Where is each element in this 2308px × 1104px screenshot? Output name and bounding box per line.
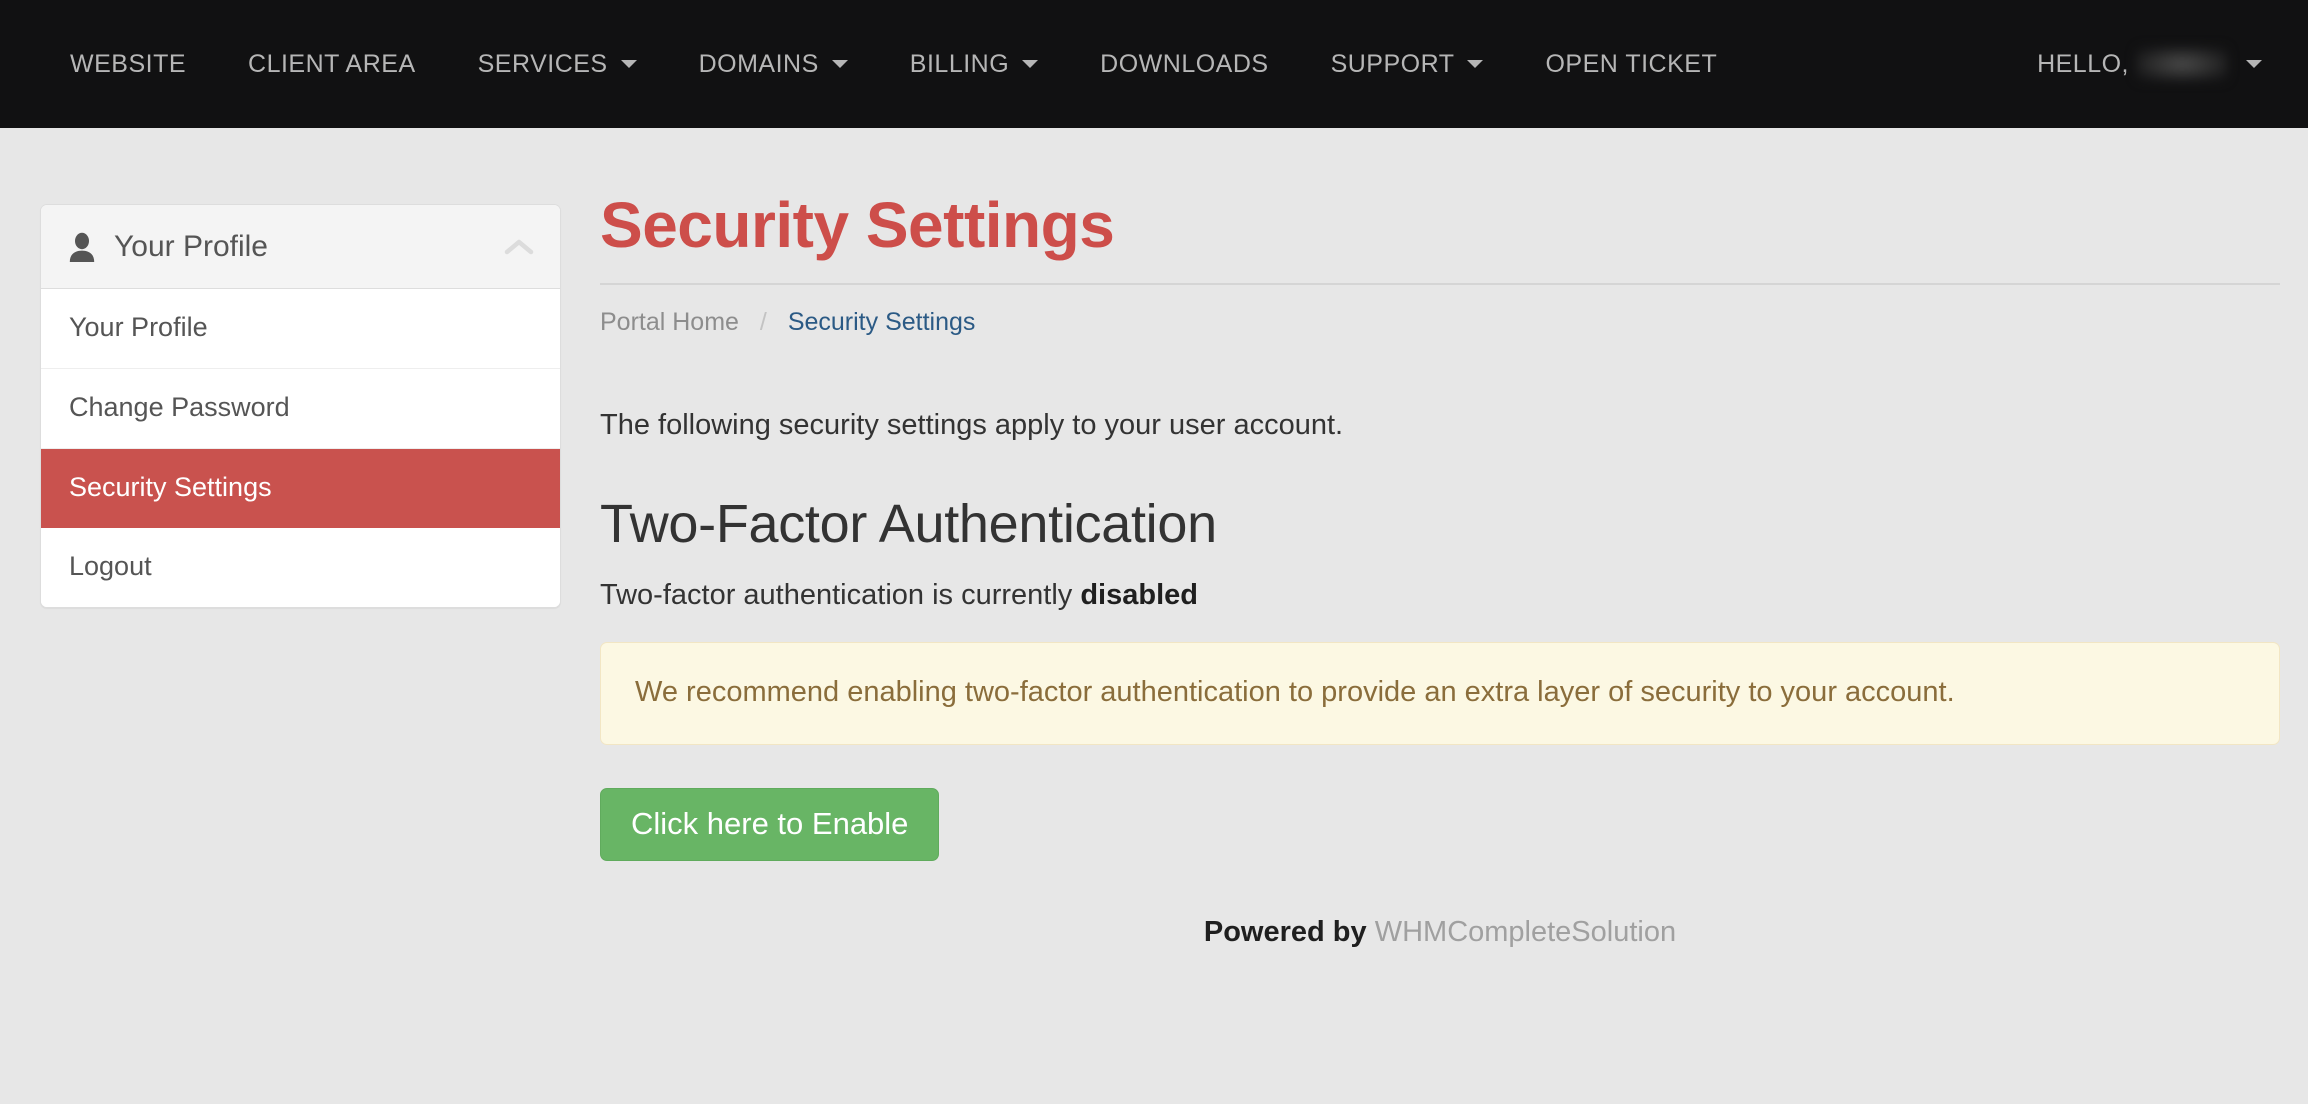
sidebar-item-label: Logout [69, 551, 152, 582]
nav-item-label: SUPPORT [1330, 49, 1455, 78]
footer: Powered by WHMCompleteSolution [600, 916, 2280, 949]
nav-item-support[interactable]: SUPPORT [1300, 0, 1515, 128]
person-icon [69, 232, 95, 262]
nav-item-label: BILLING [909, 49, 1010, 78]
sidebar-item-security-settings[interactable]: Security Settings [41, 448, 560, 529]
intro-text: The following security settings apply to… [600, 408, 1344, 441]
two-factor-status: Two-factor authentication is currently d… [600, 579, 2308, 612]
nav-item-client-area[interactable]: CLIENT AREA [217, 0, 447, 128]
caret-down-icon [831, 60, 848, 68]
nav-item-label: DOMAINS [698, 49, 819, 78]
sidebar-item-logout[interactable]: Logout [41, 528, 560, 607]
footer-brand-link[interactable]: WHMCompleteSolution [1375, 916, 1676, 948]
caret-down-icon [2246, 60, 2262, 68]
page-body: Your Profile Your Profile Change Passwor… [0, 128, 2308, 949]
recommendation-alert-text: We recommend enabling two-factor authent… [635, 675, 1955, 708]
account-greeting: HELLO, [2037, 49, 2129, 78]
account-menu[interactable]: HELLO, [2037, 0, 2262, 128]
footer-powered-by-label: Powered by [1203, 915, 1367, 948]
caret-down-icon [1467, 60, 1484, 68]
nav-item-open-ticket[interactable]: OPEN TICKET [1514, 0, 1748, 128]
two-factor-status-prefix: Two-factor authentication is currently [600, 578, 1073, 611]
sidebar-item-label: Your Profile [69, 312, 208, 342]
section-heading-two-factor: Two-Factor Authentication [600, 493, 1217, 554]
account-name-redacted [2136, 47, 2228, 81]
breadcrumb-item-security-settings[interactable]: Security Settings [788, 308, 976, 336]
breadcrumb-item-portal-home[interactable]: Portal Home [600, 308, 739, 336]
caret-down-icon [620, 60, 637, 68]
sidebar-item-label: Security Settings [69, 471, 272, 502]
breadcrumb: Portal Home / Security Settings [600, 308, 2308, 337]
breadcrumb-separator: / [759, 307, 767, 336]
sidebar-item-label: Change Password [69, 391, 290, 422]
main-content: Security Settings Portal Home / Security… [600, 128, 2308, 949]
sidebar-panel-header[interactable]: Your Profile [41, 205, 560, 289]
primary-nav: WEBSITE CLIENT AREA SERVICES DOMAINS BIL… [0, 0, 1748, 128]
two-factor-status-value: disabled [1080, 578, 1198, 611]
nav-item-website[interactable]: WEBSITE [52, 0, 217, 128]
top-navbar: WEBSITE CLIENT AREA SERVICES DOMAINS BIL… [0, 0, 2308, 128]
title-divider [600, 282, 2280, 285]
nav-item-billing[interactable]: BILLING [879, 0, 1069, 128]
nav-item-label: WEBSITE [70, 49, 187, 78]
nav-item-downloads[interactable]: DOWNLOADS [1069, 0, 1299, 128]
page-title: Security Settings [600, 189, 1115, 261]
sidebar-panel-title: Your Profile [114, 229, 268, 263]
nav-item-label: DOWNLOADS [1100, 49, 1269, 78]
sidebar-item-change-password[interactable]: Change Password [41, 368, 560, 449]
enable-two-factor-button[interactable]: Click here to Enable [600, 787, 940, 861]
your-profile-panel: Your Profile Your Profile Change Passwor… [40, 204, 561, 608]
nav-item-services[interactable]: SERVICES [447, 0, 668, 128]
nav-item-label: OPEN TICKET [1545, 49, 1718, 78]
chevron-up-icon[interactable] [504, 238, 534, 256]
caret-down-icon [1022, 60, 1039, 68]
nav-item-label: CLIENT AREA [248, 49, 416, 78]
nav-item-label: SERVICES [477, 49, 608, 78]
sidebar-item-your-profile[interactable]: Your Profile [41, 289, 560, 369]
nav-item-domains[interactable]: DOMAINS [668, 0, 879, 128]
recommendation-alert: We recommend enabling two-factor authent… [600, 641, 2280, 745]
sidebar-column: Your Profile Your Profile Change Passwor… [0, 128, 600, 949]
